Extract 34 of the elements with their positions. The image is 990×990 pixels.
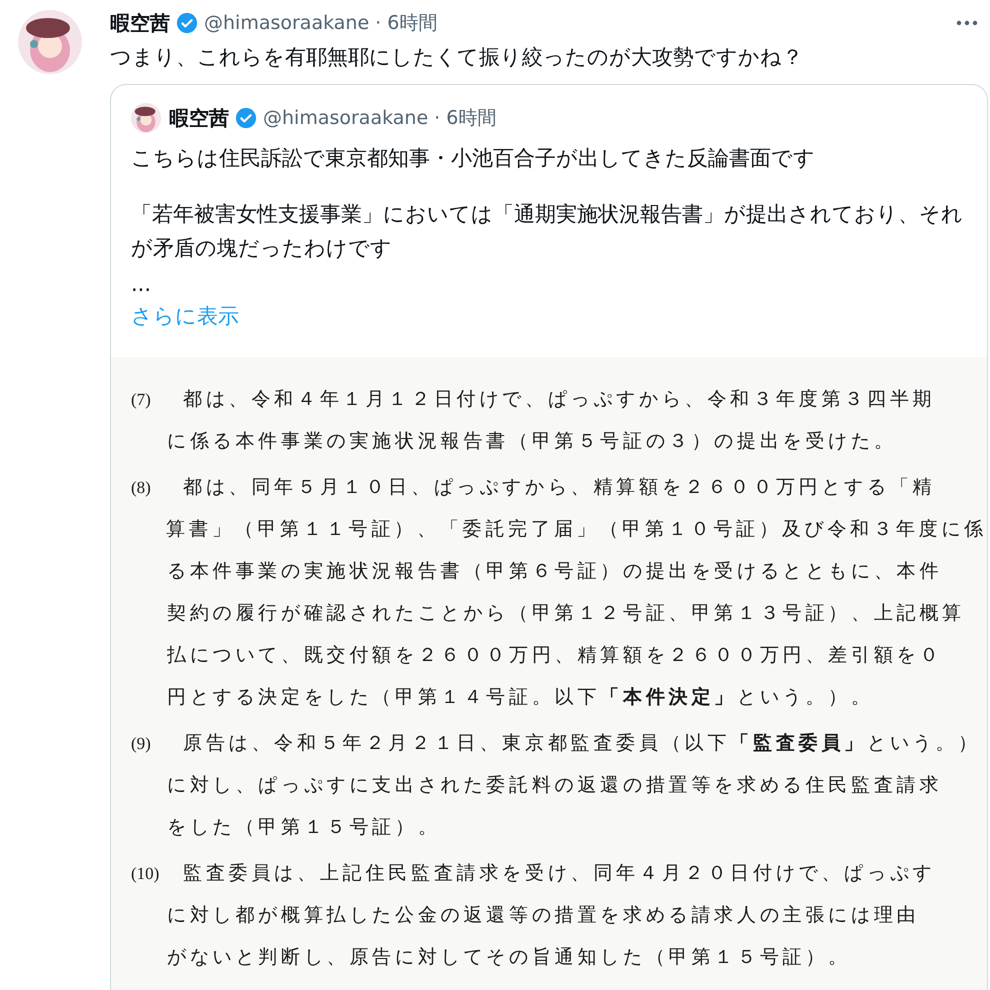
document-line: る本件事業の実施状況報告書（甲第６号証）の提出を受けるとともに、本件 [167,560,942,584]
display-name: 暇空茜 [169,105,229,132]
display-name[interactable]: 暇空茜 [110,8,170,38]
quote-card[interactable] [110,84,988,990]
document-line: 監査委員は、上記住民監査請求を受け、同年４月２０日付けで、ぱっぷす [183,862,936,886]
document-line: 契約の履行が確認されたことから（甲第１２号証、甲第１３号証）、上記概算 [167,602,965,626]
separator: · [375,10,382,36]
more-icon[interactable] [956,20,978,26]
document-line: がないと判断し、原告に対してその旨通知した（甲第１５号証）。 [167,946,851,970]
avatar[interactable] [131,103,161,133]
document-line: に対し都が概算払した公金の返還等の措置を求める請求人の主張には理由 [167,904,920,928]
document-line: 原告は、令和５年２月２１日、東京都監査委員（以下「監査委員」という。） [183,732,982,756]
item-number: (9) [131,733,152,756]
document-line: 円とする決定をした（甲第１４号証。以下「本件決定」という。）。 [167,686,874,710]
tweet-text: つまり、これらを有耶無耶にしたくて振り絞ったのが大攻勢ですかね？ [110,44,804,71]
timestamp[interactable]: 6時間 [387,8,438,38]
document-line: 都は、同年５月１０日、ぱっぷすから、精算額を２６００万円とする「精 [183,476,936,500]
item-number: (10) [131,863,160,886]
quote-text: こちらは住民訴訟で東京都知事・小池百合子が出してきた反論書面です [131,145,816,172]
user-handle: @himasoraakane [263,106,428,131]
document-line: をした（甲第１５号証）。 [167,816,441,840]
document-line: 都は、令和４年１月１２日付けで、ぱっぷすから、令和３年度第３四半期 [183,388,936,412]
document-line: 算書」（甲第１１号証）、「委託完了届」（甲第１０号証）及び令和３年度に係 [166,518,987,542]
timestamp: 6時間 [446,106,496,131]
document-line: に係る本件事業の実施状況報告書（甲第５号証の３）の提出を受けた。 [167,430,897,454]
avatar[interactable] [18,10,82,74]
user-handle[interactable]: @himasoraakane [204,8,370,38]
item-number: (8) [131,477,152,500]
document-line: に対し、ぱっぷすに支出された委託料の返還の措置等を求める住民監査請求 [167,774,942,798]
document-line: 払について、既交付額を２６００万円、精算額を２６００万円、差引額を０ [167,644,942,668]
item-number: (7) [131,389,152,412]
quote-text: ... [131,271,152,298]
quote-text: 「若年被害女性支援事業」においては「通期実施状況報告書」が提出されており、それが矛盾の塊だったわけです [131,201,964,262]
separator: · [434,106,440,131]
